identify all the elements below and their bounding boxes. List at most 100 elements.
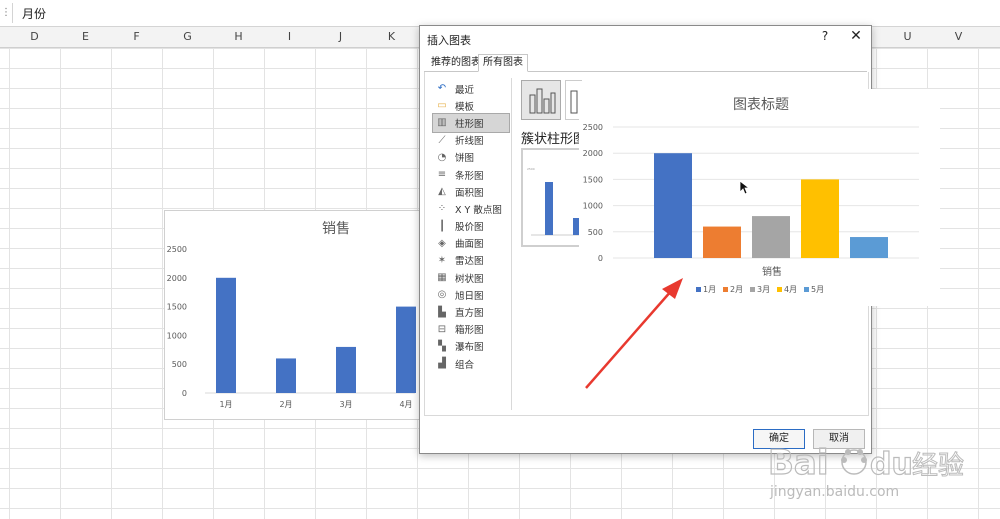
chart-type-list: ↶ 最近 ▭ 模板 ▥ 柱形图 ⟋ 折线图 ◔ 饼图 ≡ 条形图 ◭ 面积图 ⁘ X Y 散点图 ┃ 股价图 ◈ 曲面… — [432, 80, 510, 372]
subtype-clustered-column[interactable] — [521, 80, 561, 120]
chart-type-stock-chart[interactable]: ┃ 股价图 — [433, 218, 509, 235]
close-button[interactable]: ✕ — [848, 28, 864, 44]
chart-type-label: 旭日图 — [455, 290, 484, 302]
boxplot-icon: ⊟ — [437, 323, 447, 335]
radar-chart-icon: ✶ — [437, 254, 447, 266]
chart-type-label: 曲面图 — [455, 239, 484, 251]
preview-chart: 图表标题 2500 2000 1500 1000 500 0 销售 1月 2月 3月 4月 5月 — [579, 89, 940, 306]
chart-type-label: 箱形图 — [455, 325, 484, 337]
sheet-chart-ytick: 500 — [172, 360, 187, 369]
preview-chart-bar — [654, 153, 692, 258]
chart-type-undo[interactable]: ↶ 最近 — [433, 80, 509, 97]
chart-type-label: 折线图 — [455, 136, 484, 148]
surface-chart-icon: ◈ — [438, 237, 446, 249]
chart-type-waterfall[interactable]: ▚ 瀑布图 — [433, 338, 509, 355]
sheet-chart-ytick: 0 — [182, 389, 187, 398]
preview-chart-title: 图表标题 — [733, 97, 789, 113]
column-header-d[interactable]: D — [9, 27, 60, 47]
chart-type-label: 饼图 — [455, 153, 475, 165]
column-header-v[interactable]: V — [933, 27, 984, 47]
chart-type-label: 雷达图 — [455, 256, 484, 268]
clustered-column-icon — [529, 88, 556, 114]
chart-type-histogram[interactable]: ▙ 直方图 — [433, 303, 509, 320]
dialog-tabs: 推荐的图表 所有图表 — [424, 53, 867, 72]
preview-chart-ytick: 500 — [588, 228, 603, 237]
undo-icon: ↶ — [437, 83, 447, 95]
pie-chart-icon: ◔ — [437, 151, 447, 163]
chart-type-scatter-chart[interactable]: ⁘ X Y 散点图 — [433, 200, 509, 217]
preview-chart-ytick: 1000 — [583, 202, 603, 211]
treemap-icon: ▦ — [437, 272, 447, 284]
thumbnail-chart-svg: 2500 — [527, 167, 581, 236]
preview-chart-ytick: 2000 — [583, 149, 603, 158]
preview-chart-ytick: 0 — [598, 254, 603, 263]
column-chart-icon: ▥ — [437, 117, 447, 129]
svg-text:经验: 经验 — [912, 451, 964, 481]
chart-type-column-chart[interactable]: ▥ 柱形图 — [432, 113, 510, 133]
svg-text:2500: 2500 — [527, 167, 535, 171]
chart-type-combo-chart[interactable]: ▟ 组合 — [433, 355, 509, 372]
area-chart-icon: ◭ — [438, 186, 446, 198]
svg-text:jingyan.baidu.com: jingyan.baidu.com — [769, 484, 899, 500]
chart-type-label: 最近 — [455, 84, 475, 96]
subtype-title: 簇状柱形图 — [521, 132, 587, 147]
chart-type-treemap[interactable]: ▦ 树状图 — [433, 269, 509, 286]
combo-chart-icon: ▟ — [438, 358, 446, 370]
legend-label: 4月 — [784, 285, 797, 294]
chart-type-label: 股价图 — [455, 222, 484, 234]
legend-label: 1月 — [703, 285, 716, 294]
column-header-e[interactable]: E — [60, 27, 111, 47]
chart-type-label: 条形图 — [455, 170, 484, 182]
tab-all-charts[interactable]: 所有图表 — [478, 54, 528, 72]
sheet-chart[interactable]: 销售 2500 2000 1500 1000 500 0 1月 2月 3月 4月 — [164, 210, 424, 420]
list-divider — [511, 78, 512, 410]
chart-type-pie-chart[interactable]: ◔ 饼图 — [433, 149, 509, 166]
column-header-u[interactable]: U — [882, 27, 933, 47]
chart-type-surface-chart[interactable]: ◈ 曲面图 — [433, 235, 509, 252]
line-chart-icon: ⟋ — [438, 134, 446, 146]
sheet-chart-xtick: 4月 — [399, 400, 412, 409]
chart-type-folder[interactable]: ▭ 模板 — [433, 97, 509, 114]
chart-type-radar-chart[interactable]: ✶ 雷达图 — [433, 252, 509, 269]
dialog-title: 插入图表 — [427, 34, 471, 47]
preview-chart-ytick: 2500 — [583, 123, 603, 132]
legend-swatch — [696, 287, 701, 292]
chart-type-label: 瀑布图 — [455, 342, 484, 354]
chart-type-bar-chart[interactable]: ≡ 条形图 — [433, 166, 509, 183]
chart-type-area-chart[interactable]: ◭ 面积图 — [433, 183, 509, 200]
legend-swatch — [777, 287, 782, 292]
help-button[interactable]: ? — [818, 29, 832, 45]
sheet-chart-xtick: 1月 — [219, 400, 232, 409]
preview-chart-svg: 图表标题 2500 2000 1500 1000 500 0 销售 1月 2月 3月 4月 5月 — [583, 97, 919, 294]
sheet-chart-ytick: 1000 — [167, 331, 187, 340]
mouse-cursor-icon — [739, 180, 751, 195]
legend-label: 3月 — [757, 285, 770, 294]
baidu-logo-icon: Bai du 经验 jingyan.baidu.com — [767, 442, 964, 500]
column-header-j[interactable]: J — [315, 27, 366, 47]
chart-type-label: 树状图 — [455, 273, 484, 285]
preview-thumbnail[interactable]: 2500 — [521, 148, 585, 247]
chart-type-line-chart[interactable]: ⟋ 折线图 — [433, 132, 509, 149]
column-header-f[interactable]: F — [111, 27, 162, 47]
close-icon: ✕ — [850, 28, 862, 44]
column-header-h[interactable]: H — [213, 27, 264, 47]
tab-recommended-charts[interactable]: 推荐的图表 — [426, 54, 486, 72]
sheet-chart-ytick: 2500 — [167, 245, 187, 254]
column-header-g[interactable]: G — [162, 27, 213, 47]
legend-swatch — [723, 287, 728, 292]
formula-input[interactable]: 月份 — [22, 5, 46, 22]
chart-type-boxplot[interactable]: ⊟ 箱形图 — [433, 321, 509, 338]
sheet-chart-ytick: 1500 — [167, 303, 187, 312]
legend-swatch — [804, 287, 809, 292]
column-header-i[interactable]: I — [264, 27, 315, 47]
sheet-chart-xtick: 2月 — [279, 400, 292, 409]
column-header-k[interactable]: K — [366, 27, 417, 47]
sheet-chart-bar — [396, 306, 416, 393]
preview-chart-bar — [850, 237, 888, 258]
formula-bar: ⋮ 月份 — [0, 0, 1000, 27]
sheet-chart-xtick: 3月 — [339, 400, 352, 409]
histogram-icon: ▙ — [438, 306, 446, 318]
legend-label: 5月 — [811, 285, 824, 294]
chart-type-sunburst[interactable]: ◎ 旭日图 — [433, 286, 509, 303]
sheet-chart-bar — [276, 358, 296, 393]
